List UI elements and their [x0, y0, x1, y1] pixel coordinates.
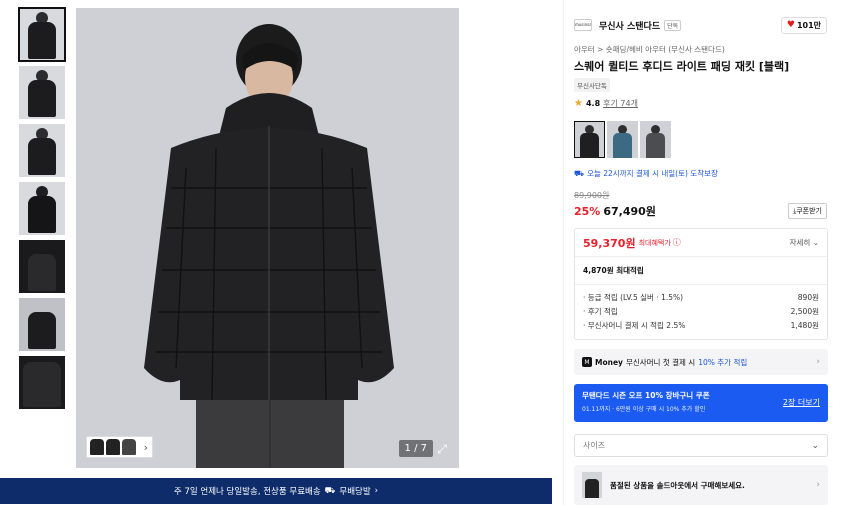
- brand-name[interactable]: 무신사 스탠다드: [599, 19, 660, 32]
- max-benefit-label: 최대혜택가: [638, 238, 671, 247]
- chevron-right-icon: ›: [816, 480, 820, 490]
- color-option-gray[interactable]: [640, 121, 671, 158]
- points-label: · 후기 적립: [583, 306, 618, 316]
- rating-row: ★ 4.8 후기 74개: [574, 98, 638, 109]
- soldout-text: 품절된 상품을 솔드아웃에서 구매해보세요.: [610, 480, 745, 490]
- discount-rate: 25%: [574, 204, 601, 218]
- size-select[interactable]: 사이즈 ⌄: [574, 434, 828, 457]
- money-brand: Money: [595, 357, 623, 367]
- points-value: 890원: [797, 292, 819, 302]
- soldout-promo-row[interactable]: 품절된 상품을 솔드아웃에서 구매해보세요. ›: [574, 465, 828, 505]
- coupon-banner[interactable]: 무탠다드 시즌 오프 10% 장바구니 쿠폰 01.11까지 · 6만원 이상 …: [574, 384, 828, 422]
- shipping-banner-text: 주 7일 언제나 당일발송, 전상품 무료배송: [173, 487, 321, 497]
- more-coupons-link[interactable]: 2장 더보기: [783, 397, 820, 408]
- chevron-down-icon: ⌄: [811, 440, 819, 451]
- mini-thumbnail-strip[interactable]: ›: [86, 436, 153, 458]
- thumbnail[interactable]: [19, 66, 65, 119]
- points-row: · 등급 적립 (LV.5 실버 · 1.5%) 890원: [583, 290, 819, 304]
- chevron-right-icon: ›: [143, 440, 148, 454]
- thumbnail[interactable]: [19, 182, 65, 235]
- like-count: 101만: [796, 20, 821, 30]
- benefit-header[interactable]: 59,370원 최대혜택가 ⓘ 자세히 ⌄: [575, 229, 827, 257]
- money-promo-row[interactable]: M Money 무신사머니 첫 결제 시 10% 추가 적립 ›: [574, 349, 828, 375]
- sale-price: 67,490원: [603, 205, 656, 218]
- coupon-button-label: 쿠폰받기: [796, 207, 822, 215]
- points-label: · 등급 적립 (LV.5 실버 · 1.5%): [583, 292, 684, 302]
- max-benefit-price: 59,370원: [583, 236, 636, 250]
- brand-badge: 단독: [664, 19, 682, 31]
- review-count-link[interactable]: 후기 74개: [603, 98, 638, 109]
- star-icon: ★: [574, 98, 583, 109]
- product-info-panel: musinsa standard 무신사 스탠다드 단독 ♥ 101만 아우터 …: [563, 0, 849, 505]
- expand-icon[interactable]: ⤢: [435, 441, 449, 457]
- money-highlight: 10% 추가 적립: [698, 357, 748, 367]
- thumbnail[interactable]: [19, 240, 65, 293]
- color-options: [574, 121, 671, 158]
- detail-toggle[interactable]: 자세히 ⌄: [790, 237, 819, 248]
- soldout-thumbnail: [582, 472, 602, 498]
- points-row: · 무신사머니 결제 시 적립 2.5% 1,480원: [583, 318, 819, 332]
- original-price: 89,900원: [574, 191, 610, 200]
- color-option-black[interactable]: [574, 121, 605, 158]
- rating-score: 4.8: [585, 99, 601, 108]
- main-product-image[interactable]: › 1 / 7 ⤢: [76, 8, 459, 468]
- coupon-button[interactable]: ⤓쿠폰받기: [788, 203, 827, 219]
- brand-logo[interactable]: musinsa standard: [574, 19, 592, 31]
- exclusive-badge: 무신사단독: [574, 78, 610, 92]
- like-button[interactable]: ♥ 101만: [780, 16, 827, 34]
- image-counter: 1 / 7: [398, 440, 433, 457]
- color-option-blue[interactable]: [607, 121, 638, 158]
- jacket-illustration: [144, 24, 394, 468]
- shipping-banner[interactable]: 주 7일 언제나 당일발송, 전상품 무료배송 ⛟ 무배당발 ›: [0, 478, 552, 504]
- thumbnail[interactable]: [19, 298, 65, 351]
- product-title: 스퀘어 퀼티드 후디드 라이트 패딩 재킷 [블랙]: [574, 60, 790, 73]
- thumbnail[interactable]: [19, 356, 65, 409]
- shipping-badge: 무배당발: [339, 487, 371, 497]
- points-label: · 무신사머니 결제 시 적립 2.5%: [583, 320, 686, 330]
- price-row: 25% 67,490원 ⤓쿠폰받기: [574, 203, 827, 219]
- size-select-placeholder: 사이즈: [583, 441, 606, 450]
- delivery-text: 오늘 22시까지 결제 시 내일(토) 도착보장: [587, 169, 718, 178]
- info-icon[interactable]: ⓘ: [673, 237, 681, 248]
- points-breakdown: · 등급 적립 (LV.5 실버 · 1.5%) 890원 · 후기 적립 2,…: [575, 285, 827, 337]
- chevron-right-icon: ›: [374, 486, 379, 496]
- thumbnail-list: [18, 7, 67, 414]
- chevron-right-icon: ›: [816, 357, 820, 367]
- money-text: 무신사머니 첫 결제 시: [625, 357, 696, 367]
- points-value: 1,480원: [790, 320, 819, 330]
- points-total: 4,870원 최대적립: [575, 257, 827, 285]
- truck-icon: ⛟: [574, 168, 585, 178]
- brand-row: musinsa standard 무신사 스탠다드 단독 ♥ 101만: [574, 16, 827, 34]
- points-value: 2,500원: [790, 306, 819, 316]
- detail-toggle-label: 자세히: [789, 238, 811, 247]
- breadcrumb[interactable]: 아우터 > 숏패딩/헤비 아우터 (무신사 스탠다드): [574, 44, 725, 55]
- truck-icon: ⛟: [324, 485, 336, 496]
- thumbnail[interactable]: [19, 124, 65, 177]
- money-logo-icon: M: [582, 357, 592, 367]
- chevron-down-icon: ⌄: [812, 238, 819, 247]
- thumbnail[interactable]: [18, 7, 66, 62]
- delivery-guarantee: ⛟ 오늘 22시까지 결제 시 내일(토) 도착보장: [574, 168, 718, 179]
- heart-icon: ♥: [786, 20, 795, 30]
- points-row: · 후기 적립 2,500원: [583, 304, 819, 318]
- benefit-box: 59,370원 최대혜택가 ⓘ 자세히 ⌄ 4,870원 최대적립 · 등급 적…: [574, 228, 828, 340]
